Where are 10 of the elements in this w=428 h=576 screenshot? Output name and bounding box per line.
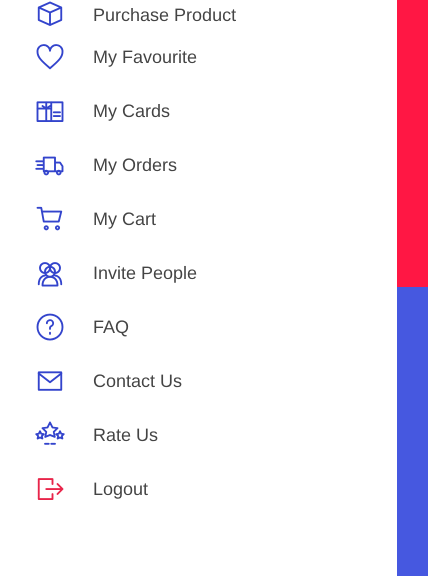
menu-item[interactable]: Purchase Product bbox=[93, 4, 236, 26]
menu-item[interactable]: Logout bbox=[93, 478, 148, 500]
menu-item[interactable]: My Cards bbox=[93, 100, 170, 122]
menu-item[interactable]: FAQ bbox=[93, 316, 130, 338]
menu-item[interactable]: Contact Us bbox=[93, 370, 182, 392]
menu-item[interactable]: Invite People bbox=[93, 262, 198, 284]
menu-item[interactable]: Rate Us bbox=[93, 424, 158, 446]
menu-item[interactable]: My Orders bbox=[93, 154, 178, 176]
menu-item[interactable]: My Cart bbox=[93, 208, 156, 230]
menu-item[interactable]: My Favourite bbox=[93, 46, 198, 68]
